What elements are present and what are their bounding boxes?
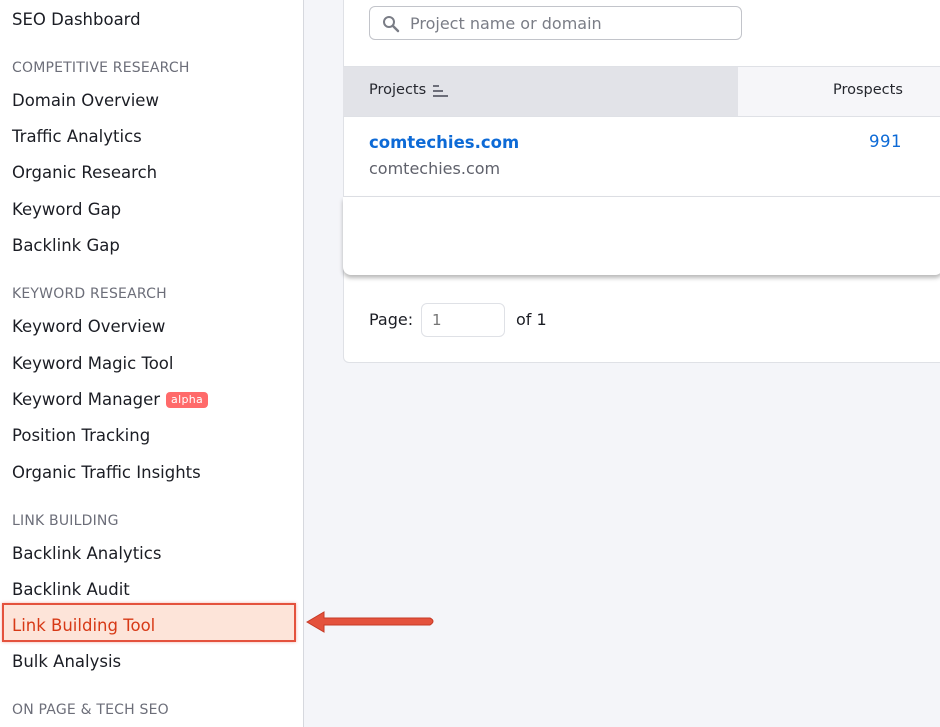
column-header-projects[interactable]: Projects: [343, 67, 738, 116]
sidebar-item-organic-research[interactable]: Organic Research: [12, 162, 157, 184]
table-header: Projects Prospects: [343, 66, 940, 117]
sidebar-item-keyword-overview[interactable]: Keyword Overview: [12, 316, 165, 338]
sidebar: SEO Dashboard COMPETITIVE RESEARCH Domai…: [0, 0, 304, 727]
search-input[interactable]: [410, 7, 730, 39]
section-heading-on-page-tech-seo: ON PAGE & TECH SEO: [12, 702, 169, 718]
prospects-count-link[interactable]: 991: [869, 132, 902, 151]
sidebar-item-backlink-audit[interactable]: Backlink Audit: [12, 579, 130, 601]
sidebar-item-seo-dashboard[interactable]: SEO Dashboard: [12, 9, 141, 31]
section-heading-link-building: LINK BUILDING: [12, 513, 119, 529]
sidebar-item-keyword-gap[interactable]: Keyword Gap: [12, 199, 121, 221]
project-domain: comtechies.com: [369, 159, 501, 178]
sidebar-item-bulk-analysis[interactable]: Bulk Analysis: [12, 651, 121, 673]
alpha-badge: alpha: [166, 392, 209, 408]
search-icon: [383, 16, 400, 33]
sidebar-item-traffic-analytics[interactable]: Traffic Analytics: [12, 126, 142, 148]
sidebar-item-organic-traffic-insights[interactable]: Organic Traffic Insights: [12, 462, 201, 484]
sidebar-item-keyword-manager[interactable]: Keyword Manager alpha: [12, 389, 209, 411]
sidebar-item-backlink-gap[interactable]: Backlink Gap: [12, 235, 120, 257]
sidebar-item-backlink-analytics[interactable]: Backlink Analytics: [12, 543, 161, 565]
sidebar-item-keyword-magic-tool[interactable]: Keyword Magic Tool: [12, 353, 174, 375]
empty-table-row: [343, 197, 940, 275]
sidebar-item-position-tracking[interactable]: Position Tracking: [12, 425, 150, 447]
column-header-prospects[interactable]: Prospects: [738, 67, 940, 116]
sidebar-item-label: Keyword Manager: [12, 390, 161, 409]
section-heading-competitive-research: COMPETITIVE RESEARCH: [12, 60, 190, 76]
pagination-total: of 1: [516, 310, 547, 329]
section-heading-keyword-research: KEYWORD RESEARCH: [12, 286, 167, 302]
pagination-label: Page:: [369, 310, 414, 329]
search-box[interactable]: [369, 6, 742, 40]
column-label-projects: Projects: [369, 82, 427, 98]
project-name-link[interactable]: comtechies.com: [369, 133, 519, 152]
page-number-input[interactable]: [421, 303, 505, 337]
sidebar-item-link-building-tool[interactable]: Link Building Tool: [12, 615, 155, 637]
sidebar-item-domain-overview[interactable]: Domain Overview: [12, 90, 159, 112]
sort-icon[interactable]: [433, 84, 449, 98]
column-label-prospects: Prospects: [833, 82, 903, 98]
arrow-left-icon: [306, 611, 434, 633]
